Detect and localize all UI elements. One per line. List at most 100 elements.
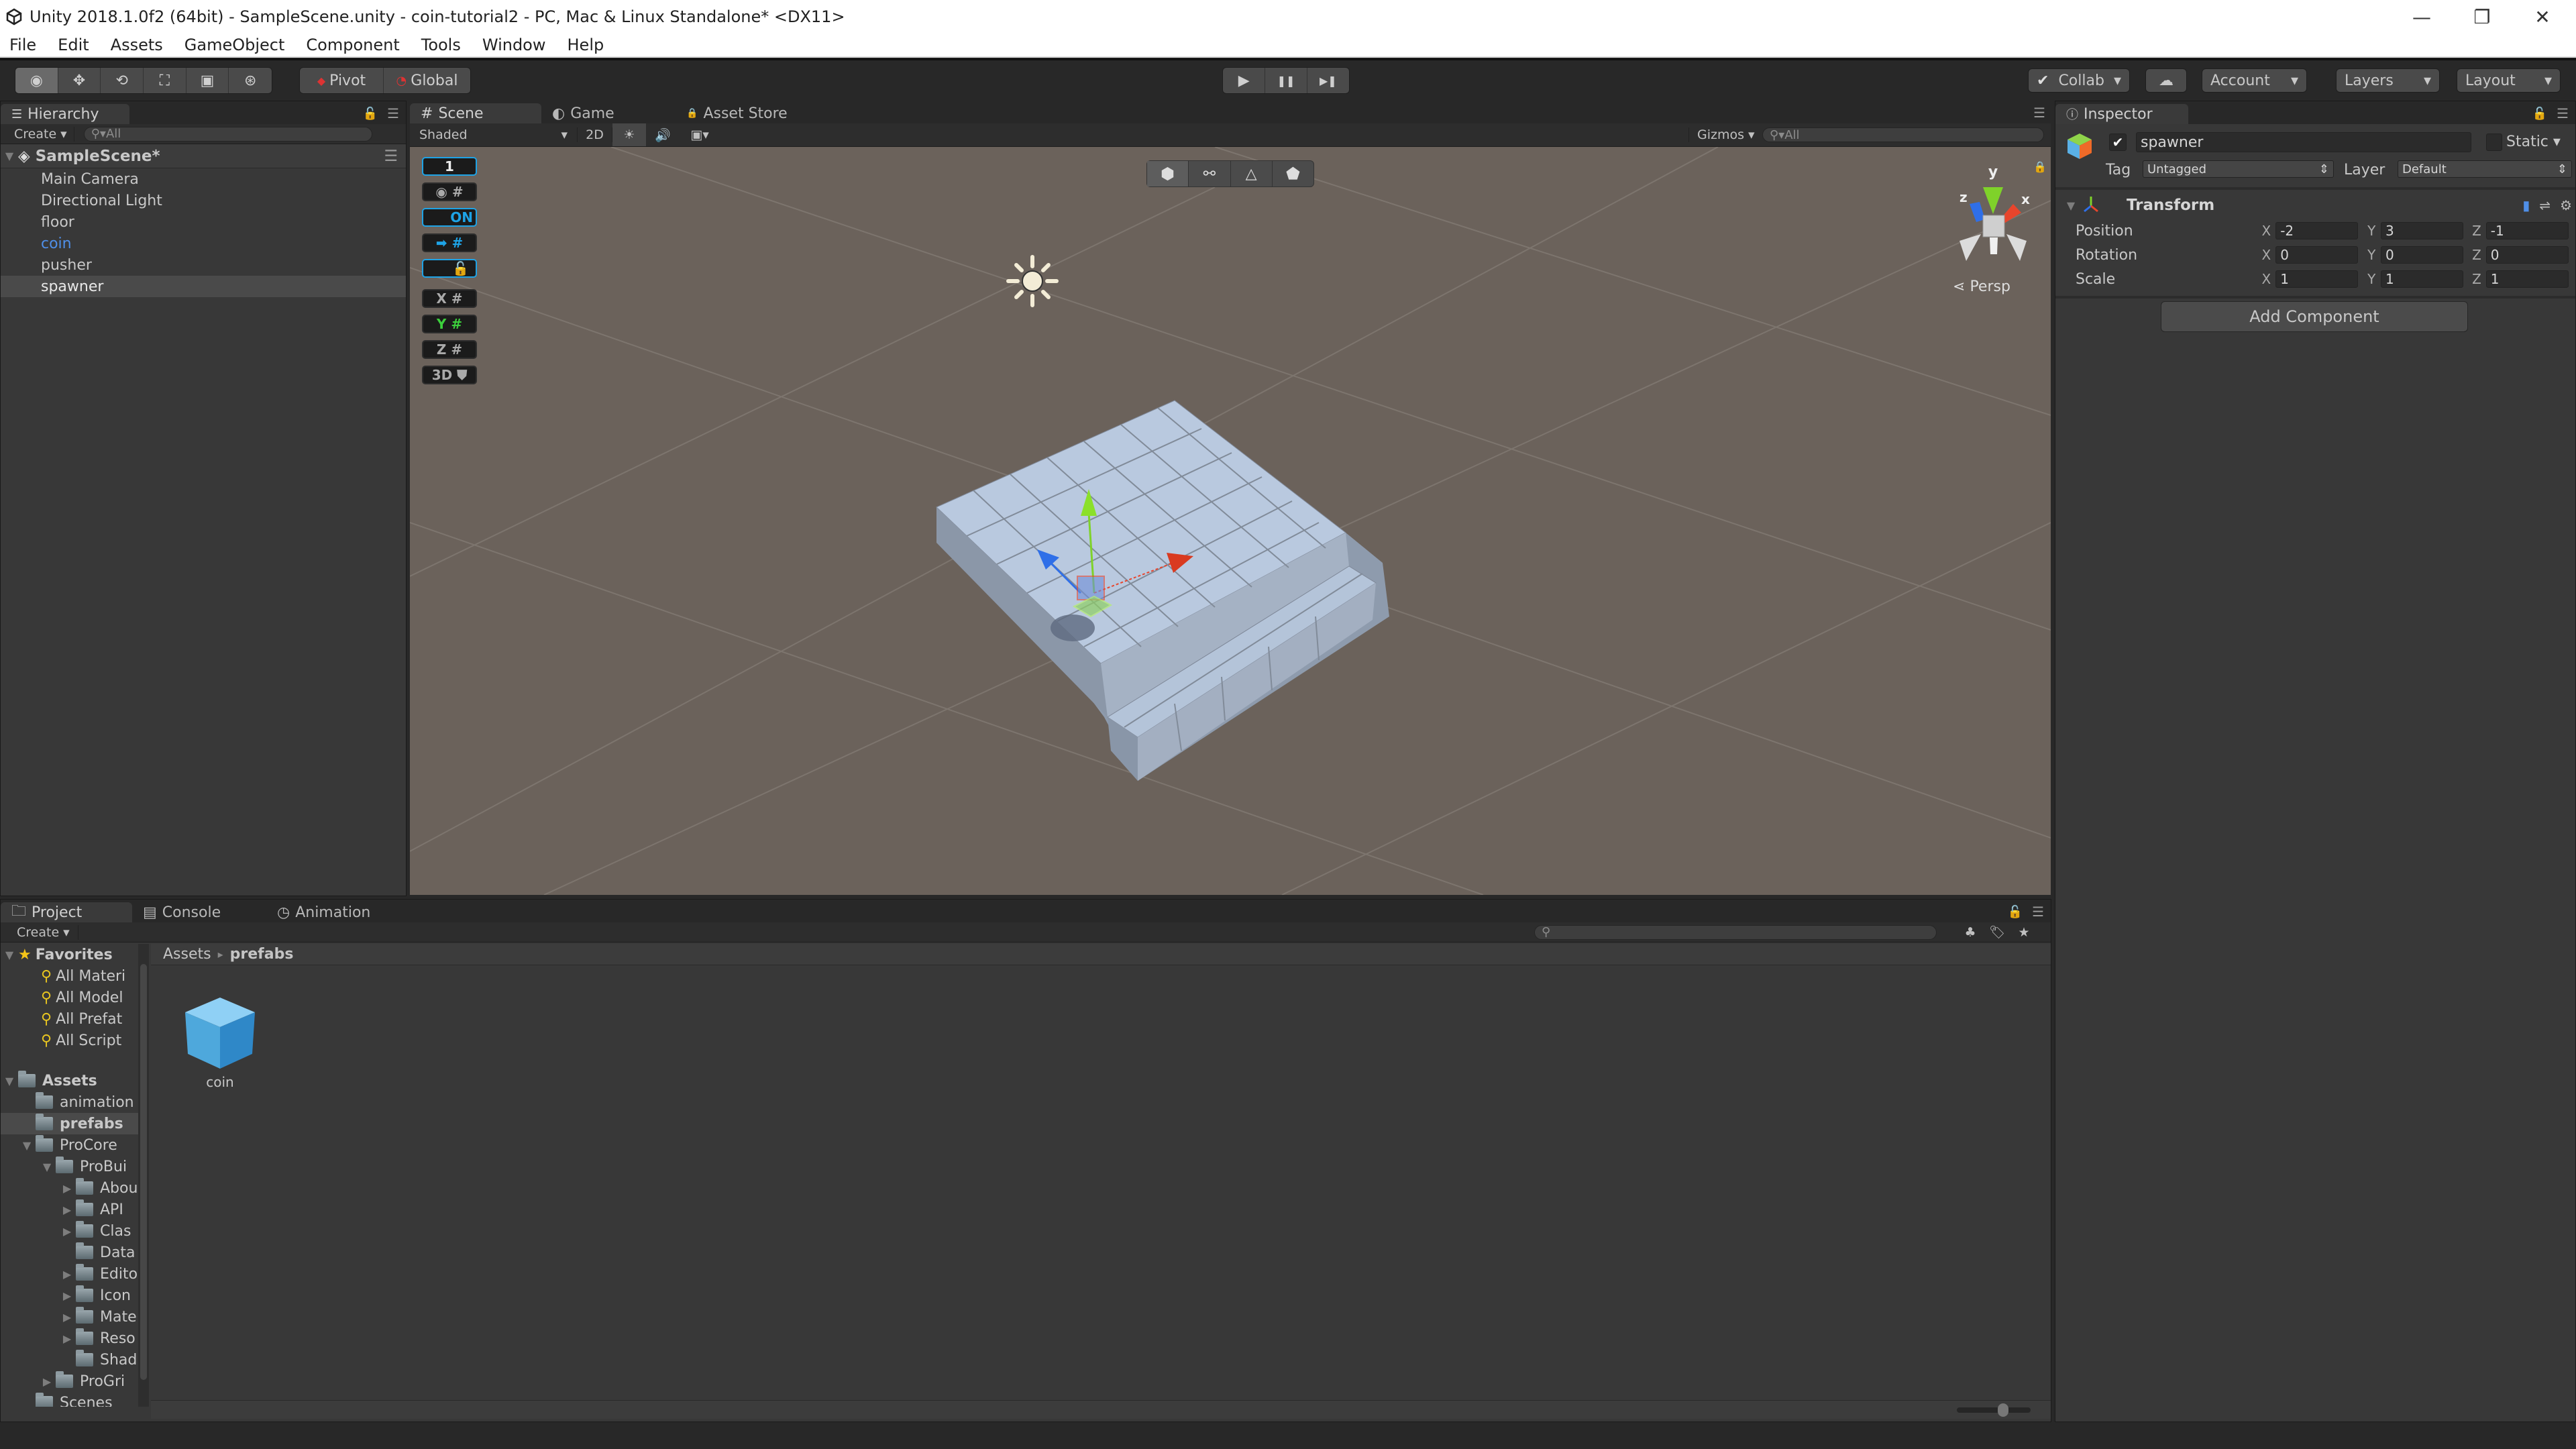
breadcrumb-prefabs[interactable]: prefabs — [230, 946, 294, 963]
scene-menu-icon[interactable]: ☰ — [384, 148, 398, 165]
collab-button[interactable]: ✔ Collab ▾ — [2028, 68, 2130, 93]
lock-icon[interactable]: 🔓 — [2532, 107, 2547, 121]
vertex-mode-button[interactable]: ⚯ — [1189, 161, 1231, 186]
preset-icon[interactable]: ⇌ — [2539, 197, 2551, 213]
project-search[interactable]: ⚲ — [1534, 924, 1937, 940]
tab-asset-store[interactable]: 🔒 Asset Store — [676, 103, 823, 123]
help-icon[interactable]: ▮ — [2522, 197, 2530, 213]
hierarchy-search[interactable]: ⚲▾ All — [83, 126, 372, 142]
hierarchy-item[interactable]: Main Camera — [1, 168, 406, 190]
create-button[interactable]: Create ▾ — [1, 924, 78, 940]
menu-tools[interactable]: Tools — [421, 36, 461, 54]
folder-tree-item[interactable]: ▼ ProBui — [1, 1156, 147, 1177]
x-axis-grid-toggle[interactable]: X # — [422, 289, 477, 308]
panel-menu-icon[interactable]: ☰ — [387, 105, 399, 121]
tab-inspector[interactable]: ⓘ Inspector — [2055, 104, 2188, 124]
minimize-button[interactable]: — — [2392, 0, 2452, 34]
edge-mode-button[interactable]: △ — [1231, 161, 1273, 186]
directional-light-gizmo[interactable] — [1006, 255, 1059, 307]
tab-animation[interactable]: ◷ Animation — [266, 902, 400, 922]
object-name-field[interactable]: spawner — [2136, 132, 2471, 152]
orientation-gizmo[interactable]: y z x 🔒 ⋖ Persp — [1939, 154, 2047, 301]
layout-dropdown[interactable]: Layout ▾ — [2457, 68, 2561, 93]
scale-x-field[interactable]: 1 — [2275, 270, 2359, 288]
object-mode-button[interactable]: ⬢ — [1147, 161, 1189, 186]
filter-by-type-icon[interactable]: ♣ — [1957, 925, 1984, 940]
grid-visibility-toggle[interactable]: ◉ # — [422, 182, 477, 201]
expand-arrow-icon[interactable]: ▶ — [38, 1375, 56, 1388]
lock-icon[interactable]: 🔓 — [2008, 905, 2023, 919]
scene-view[interactable]: 1 ◉ # ON ➡ # 🔓 X # Y # Z # 3D ⛊ ⬢ ⚯ △ ⬟ … — [410, 147, 2051, 895]
favorite-item[interactable]: ⚲ All Script — [1, 1030, 147, 1051]
expand-arrow-icon[interactable]: ▶ — [58, 1203, 76, 1216]
position-y-field[interactable]: 3 — [2380, 222, 2464, 239]
menu-window[interactable]: Window — [482, 36, 546, 54]
panel-menu-icon[interactable]: ☰ — [2557, 105, 2569, 121]
expand-arrow-icon[interactable]: ▼ — [1, 150, 18, 162]
folder-tree-item[interactable]: ▶ API — [1, 1199, 147, 1220]
rotate-tool-button[interactable]: ⟲ — [101, 68, 144, 93]
2d-toggle[interactable]: 2D — [578, 127, 612, 142]
favorite-item[interactable]: ⚲ All Materi — [1, 965, 147, 987]
static-checkbox[interactable] — [2486, 133, 2502, 151]
expand-arrow-icon[interactable]: ▶ — [58, 1311, 76, 1324]
step-button[interactable]: ▶❚ — [1307, 68, 1349, 93]
lock-grid-toggle[interactable]: 🔓 — [422, 259, 477, 278]
restore-button[interactable]: ❐ — [2452, 0, 2512, 34]
folder-tree-item[interactable]: animation — [1, 1091, 147, 1113]
folder-tree-item[interactable]: ▶ Icon — [1, 1285, 147, 1306]
tab-project[interactable]: 🗀 Project — [1, 902, 132, 922]
scene-search[interactable]: ⚲▾ All — [1762, 127, 2044, 142]
audio-toggle[interactable]: 🔊 — [646, 127, 680, 143]
hand-tool-button[interactable]: ◉ — [15, 68, 58, 93]
folder-tree-item[interactable]: ▶ Reso — [1, 1328, 147, 1349]
folder-tree-item[interactable]: Scenes — [1, 1392, 147, 1407]
folder-tree-item[interactable]: Shad — [1, 1349, 147, 1371]
transform-header[interactable]: ▼ Transform ▮ ⇌ ⚙ — [2062, 194, 2572, 217]
lighting-toggle[interactable]: ☀ — [612, 123, 646, 146]
menu-edit[interactable]: Edit — [58, 36, 89, 54]
transform-tool-button[interactable]: ⊛ — [229, 68, 272, 93]
gameobject-icon[interactable] — [2065, 131, 2094, 160]
cloud-button[interactable]: ☁ — [2145, 68, 2187, 93]
panel-menu-icon[interactable]: ☰ — [2032, 904, 2044, 920]
tab-console[interactable]: ▤ Console — [132, 902, 266, 922]
gizmos-dropdown[interactable]: Gizmos ▾ — [1688, 127, 1762, 142]
favorite-item[interactable]: ⚲ All Model — [1, 987, 147, 1008]
folder-tree-item[interactable]: prefabs — [1, 1113, 147, 1134]
tab-scene[interactable]: # Scene — [410, 103, 541, 123]
folder-tree-item[interactable]: Data — [1, 1242, 147, 1263]
expand-arrow-icon[interactable]: ▶ — [58, 1289, 76, 1302]
collapse-arrow-icon[interactable]: ▼ — [2062, 199, 2080, 212]
expand-arrow-icon[interactable]: ▶ — [58, 1182, 76, 1195]
tab-hierarchy[interactable]: ☰ Hierarchy — [1, 104, 129, 124]
favorites-header[interactable]: ▼ ★ Favorites — [1, 944, 147, 965]
folder-tree-item[interactable]: ▶ Abou — [1, 1177, 147, 1199]
move-tool-button[interactable]: ✥ — [58, 68, 101, 93]
expand-arrow-icon[interactable]: ▶ — [58, 1268, 76, 1281]
add-component-button[interactable]: Add Component — [2161, 301, 2468, 332]
snap-value-field[interactable]: 1 — [422, 157, 477, 176]
breadcrumb-assets[interactable]: Assets — [163, 946, 211, 963]
scale-z-field[interactable]: 1 — [2485, 270, 2569, 288]
menu-component[interactable]: Component — [306, 36, 399, 54]
expand-arrow-icon[interactable]: ▶ — [58, 1225, 76, 1238]
folder-tree-item[interactable]: ▶ Clas — [1, 1220, 147, 1242]
menu-assets[interactable]: Assets — [111, 36, 163, 54]
rect-tool-button[interactable]: ▣ — [186, 68, 229, 93]
scale-y-field[interactable]: 1 — [2380, 270, 2464, 288]
y-axis-grid-toggle[interactable]: Y # — [422, 315, 477, 333]
expand-arrow-icon[interactable]: ▼ — [18, 1139, 36, 1152]
global-button[interactable]: ◔ Global — [384, 68, 470, 93]
hierarchy-item[interactable]: spawner — [1, 276, 406, 297]
hierarchy-item[interactable]: floor — [1, 211, 406, 233]
rotation-z-field[interactable]: 0 — [2485, 246, 2569, 264]
projection-toggle[interactable]: ⋖ Persp — [1953, 278, 2010, 295]
position-x-field[interactable]: -2 — [2275, 222, 2359, 239]
active-checkbox[interactable]: ✔ — [2109, 133, 2127, 151]
favorites-star-icon[interactable]: ★ — [2010, 925, 2037, 940]
lock-icon[interactable]: 🔓 — [363, 107, 378, 121]
z-axis-grid-toggle[interactable]: Z # — [422, 340, 477, 359]
gizmo-lock-icon[interactable]: 🔒 — [2033, 160, 2047, 173]
face-mode-button[interactable]: ⬟ — [1273, 161, 1313, 186]
